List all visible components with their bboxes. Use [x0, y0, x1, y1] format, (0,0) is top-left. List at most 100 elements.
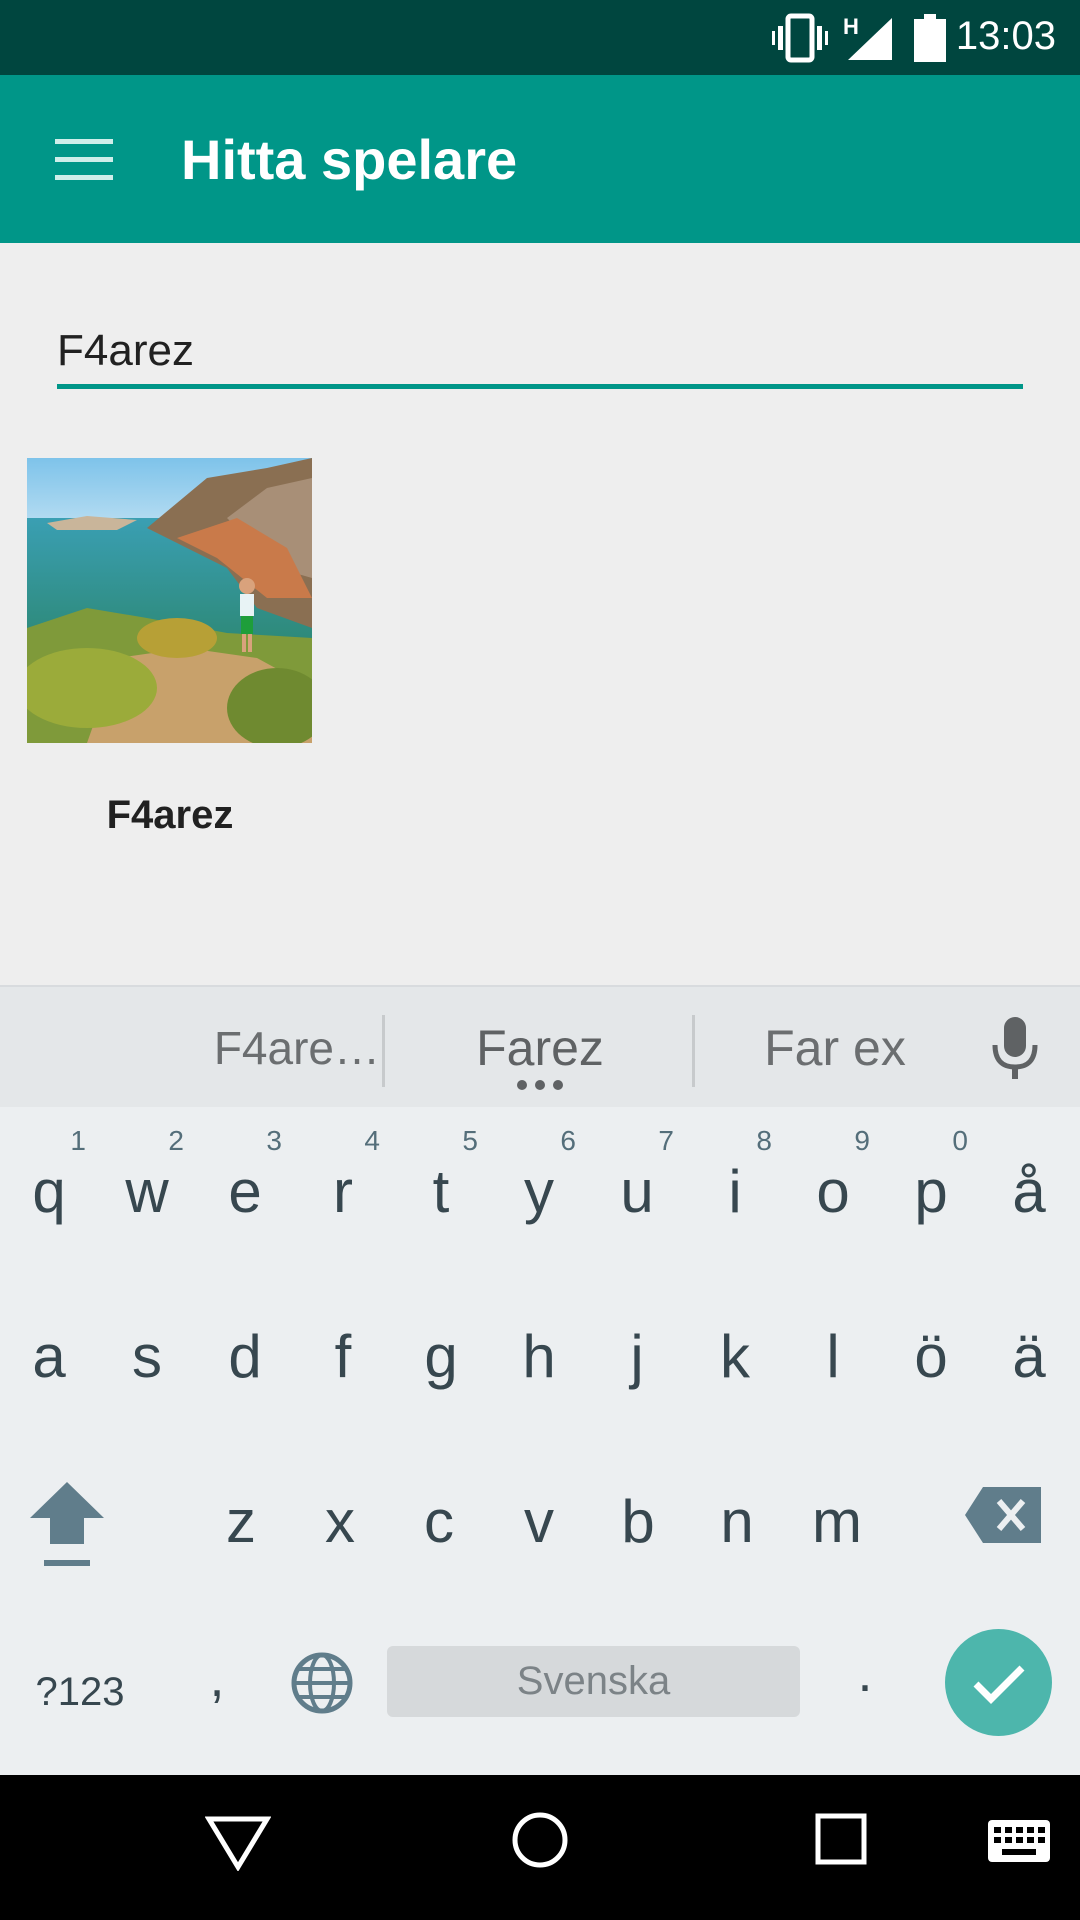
key-label: q [32, 1158, 66, 1225]
key-d[interactable]: d [196, 1282, 294, 1447]
key-label: e [228, 1158, 262, 1225]
key-label: x [325, 1488, 355, 1555]
key-hint: 3 [266, 1125, 282, 1156]
key-label: s [132, 1323, 162, 1390]
search-input[interactable] [57, 318, 1023, 384]
key-label: b [621, 1488, 655, 1555]
backspace-key[interactable] [965, 1487, 1045, 1547]
key-label: k [720, 1323, 750, 1390]
key-h[interactable]: h [490, 1282, 588, 1447]
suggestion-3[interactable]: Far ex [700, 987, 970, 1109]
key-q[interactable]: 1q [0, 1107, 98, 1272]
key-hint: 1 [70, 1125, 86, 1156]
key-label: v [524, 1488, 554, 1555]
divider [692, 1015, 695, 1087]
key-m[interactable]: m [788, 1447, 886, 1612]
language-key[interactable] [291, 1652, 355, 1716]
status-bar: H 13:03 [0, 0, 1080, 75]
period-label: . [857, 1643, 873, 1703]
key-label: r [333, 1158, 353, 1225]
key-o[interactable]: 9o [784, 1107, 882, 1272]
key-n[interactable]: n [688, 1447, 786, 1612]
key-hint: 0 [952, 1125, 968, 1156]
key-hint: 6 [560, 1125, 576, 1156]
comma-key[interactable]: , [192, 1647, 242, 1727]
key-g[interactable]: g [392, 1282, 490, 1447]
key-b[interactable]: b [589, 1447, 687, 1612]
voice-input-button[interactable] [990, 1017, 1060, 1087]
key-label: n [720, 1488, 754, 1555]
home-button[interactable] [510, 1810, 570, 1870]
shift-icon [30, 1482, 104, 1566]
key-j[interactable]: j [588, 1282, 686, 1447]
microphone-icon [992, 1017, 1038, 1079]
key-t[interactable]: 5t [392, 1107, 490, 1272]
key-y[interactable]: 6y [490, 1107, 588, 1272]
space-bar[interactable]: Svenska [387, 1646, 800, 1717]
comma-label: , [209, 1648, 225, 1708]
period-key[interactable]: . [840, 1642, 890, 1722]
key-label: i [728, 1158, 742, 1225]
backspace-icon [965, 1487, 1041, 1543]
key-f[interactable]: f [294, 1282, 392, 1447]
key-k[interactable]: k [686, 1282, 784, 1447]
recents-button[interactable] [815, 1813, 867, 1865]
symbols-key[interactable]: ?123 [20, 1657, 140, 1727]
player-avatar [27, 458, 312, 743]
key-a[interactable]: a [0, 1282, 98, 1447]
key-aring[interactable]: å [980, 1107, 1078, 1272]
keyboard-suggestion-bar: F4are…il.com Farez Far ex [0, 985, 1080, 1196]
key-w[interactable]: 2w [98, 1107, 196, 1272]
key-label: w [125, 1158, 169, 1225]
key-label: a [32, 1323, 66, 1390]
key-l[interactable]: l [784, 1282, 882, 1447]
search-field [57, 318, 1023, 393]
key-label: c [424, 1488, 454, 1555]
globe-icon [291, 1652, 353, 1714]
key-label: z [226, 1488, 256, 1555]
divider [382, 1015, 385, 1087]
key-label: ö [914, 1323, 948, 1390]
key-label: ä [1012, 1323, 1046, 1390]
search-underline [57, 384, 1023, 389]
key-label: y [524, 1158, 554, 1225]
key-hint: 2 [168, 1125, 184, 1156]
player-result-card[interactable]: F4arez [27, 458, 313, 858]
key-e[interactable]: 3e [196, 1107, 294, 1272]
key-label: u [620, 1158, 654, 1225]
key-i[interactable]: 8i [686, 1107, 784, 1272]
back-triangle-icon [204, 1816, 272, 1872]
key-hint: 5 [462, 1125, 478, 1156]
app-bar: Hitta spelare [0, 75, 1080, 243]
key-label: m [812, 1488, 862, 1555]
done-key[interactable] [945, 1629, 1052, 1736]
key-u[interactable]: 7u [588, 1107, 686, 1272]
key-label: j [630, 1323, 644, 1390]
key-auml[interactable]: ä [980, 1282, 1078, 1447]
key-label: f [334, 1323, 352, 1390]
key-z[interactable]: z [192, 1447, 290, 1612]
keyboard: 1q 2w 3e 4r 5t 6y 7u 8i 9o 0p å a s d f … [0, 1107, 1080, 1775]
recents-square-icon [815, 1813, 867, 1865]
shift-key[interactable] [30, 1482, 120, 1592]
key-hint: 7 [658, 1125, 674, 1156]
key-label: l [826, 1323, 840, 1390]
space-bar-label: Svenska [516, 1659, 671, 1703]
key-label: o [816, 1158, 850, 1225]
back-button[interactable] [204, 1815, 275, 1875]
key-v[interactable]: v [490, 1447, 588, 1612]
keyboard-switcher-button[interactable] [988, 1820, 1050, 1862]
key-ouml[interactable]: ö [882, 1282, 980, 1447]
key-hint: 4 [364, 1125, 380, 1156]
key-s[interactable]: s [98, 1282, 196, 1447]
key-r[interactable]: 4r [294, 1107, 392, 1272]
coastal-landscape-photo [27, 458, 312, 743]
key-x[interactable]: x [291, 1447, 389, 1612]
player-name: F4arez [106, 793, 234, 837]
suggestion-1[interactable]: F4are…il.com [110, 987, 380, 1196]
key-c[interactable]: c [390, 1447, 488, 1612]
key-p[interactable]: 0p [882, 1107, 980, 1272]
menu-button[interactable] [40, 125, 120, 195]
key-label: h [522, 1323, 556, 1390]
key-label: p [914, 1158, 948, 1225]
